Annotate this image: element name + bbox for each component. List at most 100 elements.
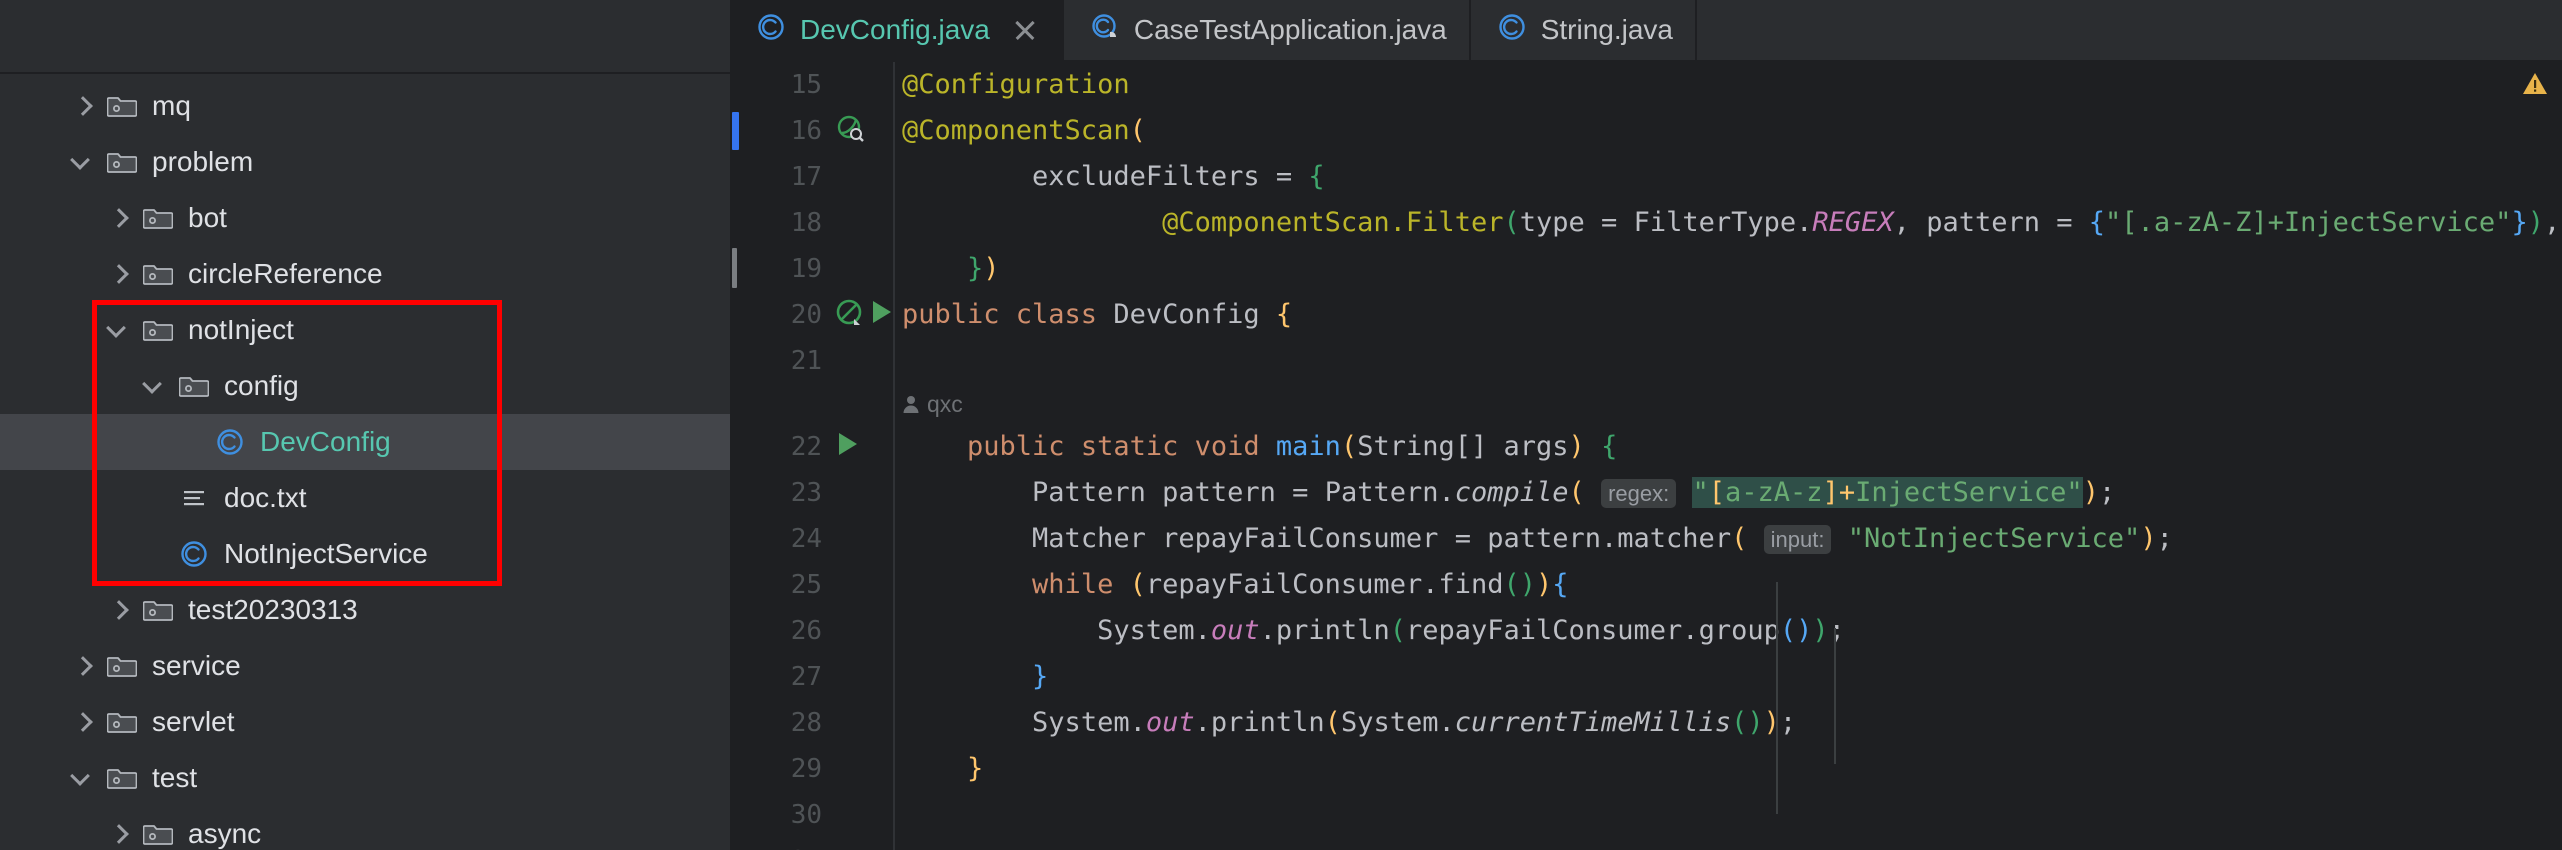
disclosure-right-icon[interactable] — [106, 261, 132, 287]
spring-leaf-icon[interactable] — [834, 112, 866, 151]
tree-item-test20230313[interactable]: test20230313 — [0, 582, 730, 638]
tree-item-bot[interactable]: bot — [0, 190, 730, 246]
code-text: System.out.println(repayFailConsumer.gro… — [1097, 615, 1845, 646]
gutter-blank — [730, 381, 830, 427]
java-class-icon — [758, 13, 784, 40]
gutter-icons[interactable] — [830, 292, 892, 338]
tree-item-label: doc.txt — [224, 482, 307, 513]
gutter-icons[interactable] — [830, 700, 892, 746]
gutter-icons[interactable] — [830, 654, 892, 700]
tree-item-notinject[interactable]: notInject — [0, 302, 730, 358]
run-icon[interactable] — [834, 430, 860, 458]
disclosure-right-icon[interactable] — [70, 709, 96, 735]
sidebar-top-strip — [0, 0, 730, 74]
tree-item-devconfig[interactable]: DevConfig — [0, 414, 730, 470]
gutter-icons[interactable] — [830, 838, 892, 850]
folder-icon — [102, 765, 142, 791]
code-line[interactable]: 18 @ComponentScan.Filter(type = FilterTy… — [730, 200, 2562, 246]
gutter-icons[interactable] — [830, 470, 892, 516]
code-line[interactable]: 25 while (repayFailConsumer.find()){ — [730, 562, 2562, 608]
code-line[interactable]: 23 Pattern pattern = Pattern.compile( re… — [730, 470, 2562, 516]
gutter-icons[interactable] — [830, 154, 892, 200]
code-line[interactable]: 21 — [730, 338, 2562, 384]
code-author-hint[interactable]: qxc — [902, 381, 963, 427]
gutter-icons[interactable] — [830, 62, 892, 108]
code-line[interactable]: 15 @Configuration — [730, 62, 2562, 108]
code-line[interactable]: 16 @ComponentScan( — [730, 108, 2562, 154]
gutter-icons[interactable] — [830, 562, 892, 608]
tree-item-config[interactable]: config — [0, 358, 730, 414]
tree-item-test[interactable]: test — [0, 750, 730, 806]
tree-item-circlereference[interactable]: circleReference — [0, 246, 730, 302]
project-tree-panel: mq problem bot circleReference notInject… — [0, 0, 730, 850]
editor-tab-casetestapplication-java[interactable]: CaseTestApplication.java — [1063, 0, 1471, 60]
line-number: 25 — [790, 570, 822, 600]
disclosure-right-icon[interactable] — [106, 821, 132, 847]
folder-icon — [174, 373, 214, 399]
gutter-icons[interactable] — [830, 792, 892, 838]
run-icon[interactable] — [868, 298, 894, 333]
disclosure-right-icon[interactable] — [106, 597, 132, 623]
no-entry-icon[interactable] — [834, 297, 864, 327]
code-line[interactable]: 20 public class DevConfig { — [730, 292, 2562, 338]
vcs-change-marker[interactable] — [732, 112, 739, 150]
no-entry-icon[interactable] — [834, 297, 864, 334]
folder-icon — [138, 821, 178, 847]
disclosure-down-icon[interactable] — [70, 149, 96, 175]
disclosure-none-icon[interactable] — [178, 429, 204, 455]
tab-label: DevConfig.java — [800, 14, 990, 45]
code-line[interactable]: 17 excludeFilters = { — [730, 154, 2562, 200]
gutter-icons[interactable] — [830, 746, 892, 792]
spring-leaf-icon[interactable] — [834, 112, 866, 144]
code-line[interactable]: 29 } — [730, 746, 2562, 792]
tree-item-notinjectservice[interactable]: NotInjectService — [0, 526, 730, 582]
editor-tab-bar[interactable]: DevConfig.java CaseTestApplication.java … — [730, 0, 2562, 62]
warning-triangle-icon[interactable] — [2522, 72, 2548, 96]
code-line[interactable]: 30 — [730, 792, 2562, 838]
editor-tab-string-java[interactable]: String.java — [1470, 0, 1698, 60]
line-number: 22 — [790, 432, 822, 462]
run-icon[interactable] — [868, 298, 894, 326]
disclosure-down-icon[interactable] — [142, 373, 168, 399]
code-line[interactable]: 26 System.out.println(repayFailConsumer.… — [730, 608, 2562, 654]
code-line[interactable]: 19 }) — [730, 246, 2562, 292]
editor-tab-devconfig-java[interactable]: DevConfig.java — [730, 0, 1064, 60]
folder-icon — [179, 377, 209, 397]
code-line[interactable]: 31 — [730, 838, 2562, 850]
tree-item-service[interactable]: service — [0, 638, 730, 694]
gutter-icons[interactable] — [830, 200, 892, 246]
gutter-icons[interactable] — [830, 608, 892, 654]
project-tree[interactable]: mq problem bot circleReference notInject… — [0, 74, 730, 850]
gutter-icons[interactable] — [830, 516, 892, 562]
disclosure-none-icon[interactable] — [142, 485, 168, 511]
tree-item-doc-txt[interactable]: doc.txt — [0, 470, 730, 526]
code-editor[interactable]: 15 @Configuration 16 @ComponentScan(17 exc… — [730, 62, 2562, 850]
folder-icon — [102, 93, 142, 119]
code-line[interactable]: 22 public static void main(String[] args… — [730, 424, 2562, 470]
close-icon[interactable] — [1010, 15, 1040, 45]
folder-icon — [107, 713, 137, 733]
gutter-icons[interactable] — [830, 338, 892, 384]
disclosure-right-icon[interactable] — [70, 653, 96, 679]
disclosure-none-icon[interactable] — [142, 541, 168, 567]
gutter-icons[interactable] — [830, 108, 892, 154]
vcs-change-marker[interactable] — [732, 248, 737, 288]
disclosure-right-icon[interactable] — [106, 205, 132, 231]
tree-item-mq[interactable]: mq — [0, 78, 730, 134]
code-line[interactable]: 27 } — [730, 654, 2562, 700]
gutter-icons[interactable] — [830, 424, 892, 470]
disclosure-down-icon[interactable] — [106, 317, 132, 343]
tree-item-problem[interactable]: problem — [0, 134, 730, 190]
gutter-icons[interactable] — [830, 246, 892, 292]
tree-item-servlet[interactable]: servlet — [0, 694, 730, 750]
folder-icon — [102, 709, 142, 735]
code-line[interactable]: 28 System.out.println(System.currentTime… — [730, 700, 2562, 746]
code-text: while (repayFailConsumer.find()){ — [1032, 569, 1569, 600]
code-text: } — [967, 753, 984, 784]
disclosure-right-icon[interactable] — [70, 93, 96, 119]
code-line[interactable]: 24 Matcher repayFailConsumer = pattern.m… — [730, 516, 2562, 562]
disclosure-down-icon[interactable] — [70, 765, 96, 791]
code-text: public class DevConfig { — [902, 299, 1293, 330]
run-icon[interactable] — [834, 430, 860, 465]
tree-item-async[interactable]: async — [0, 806, 730, 850]
